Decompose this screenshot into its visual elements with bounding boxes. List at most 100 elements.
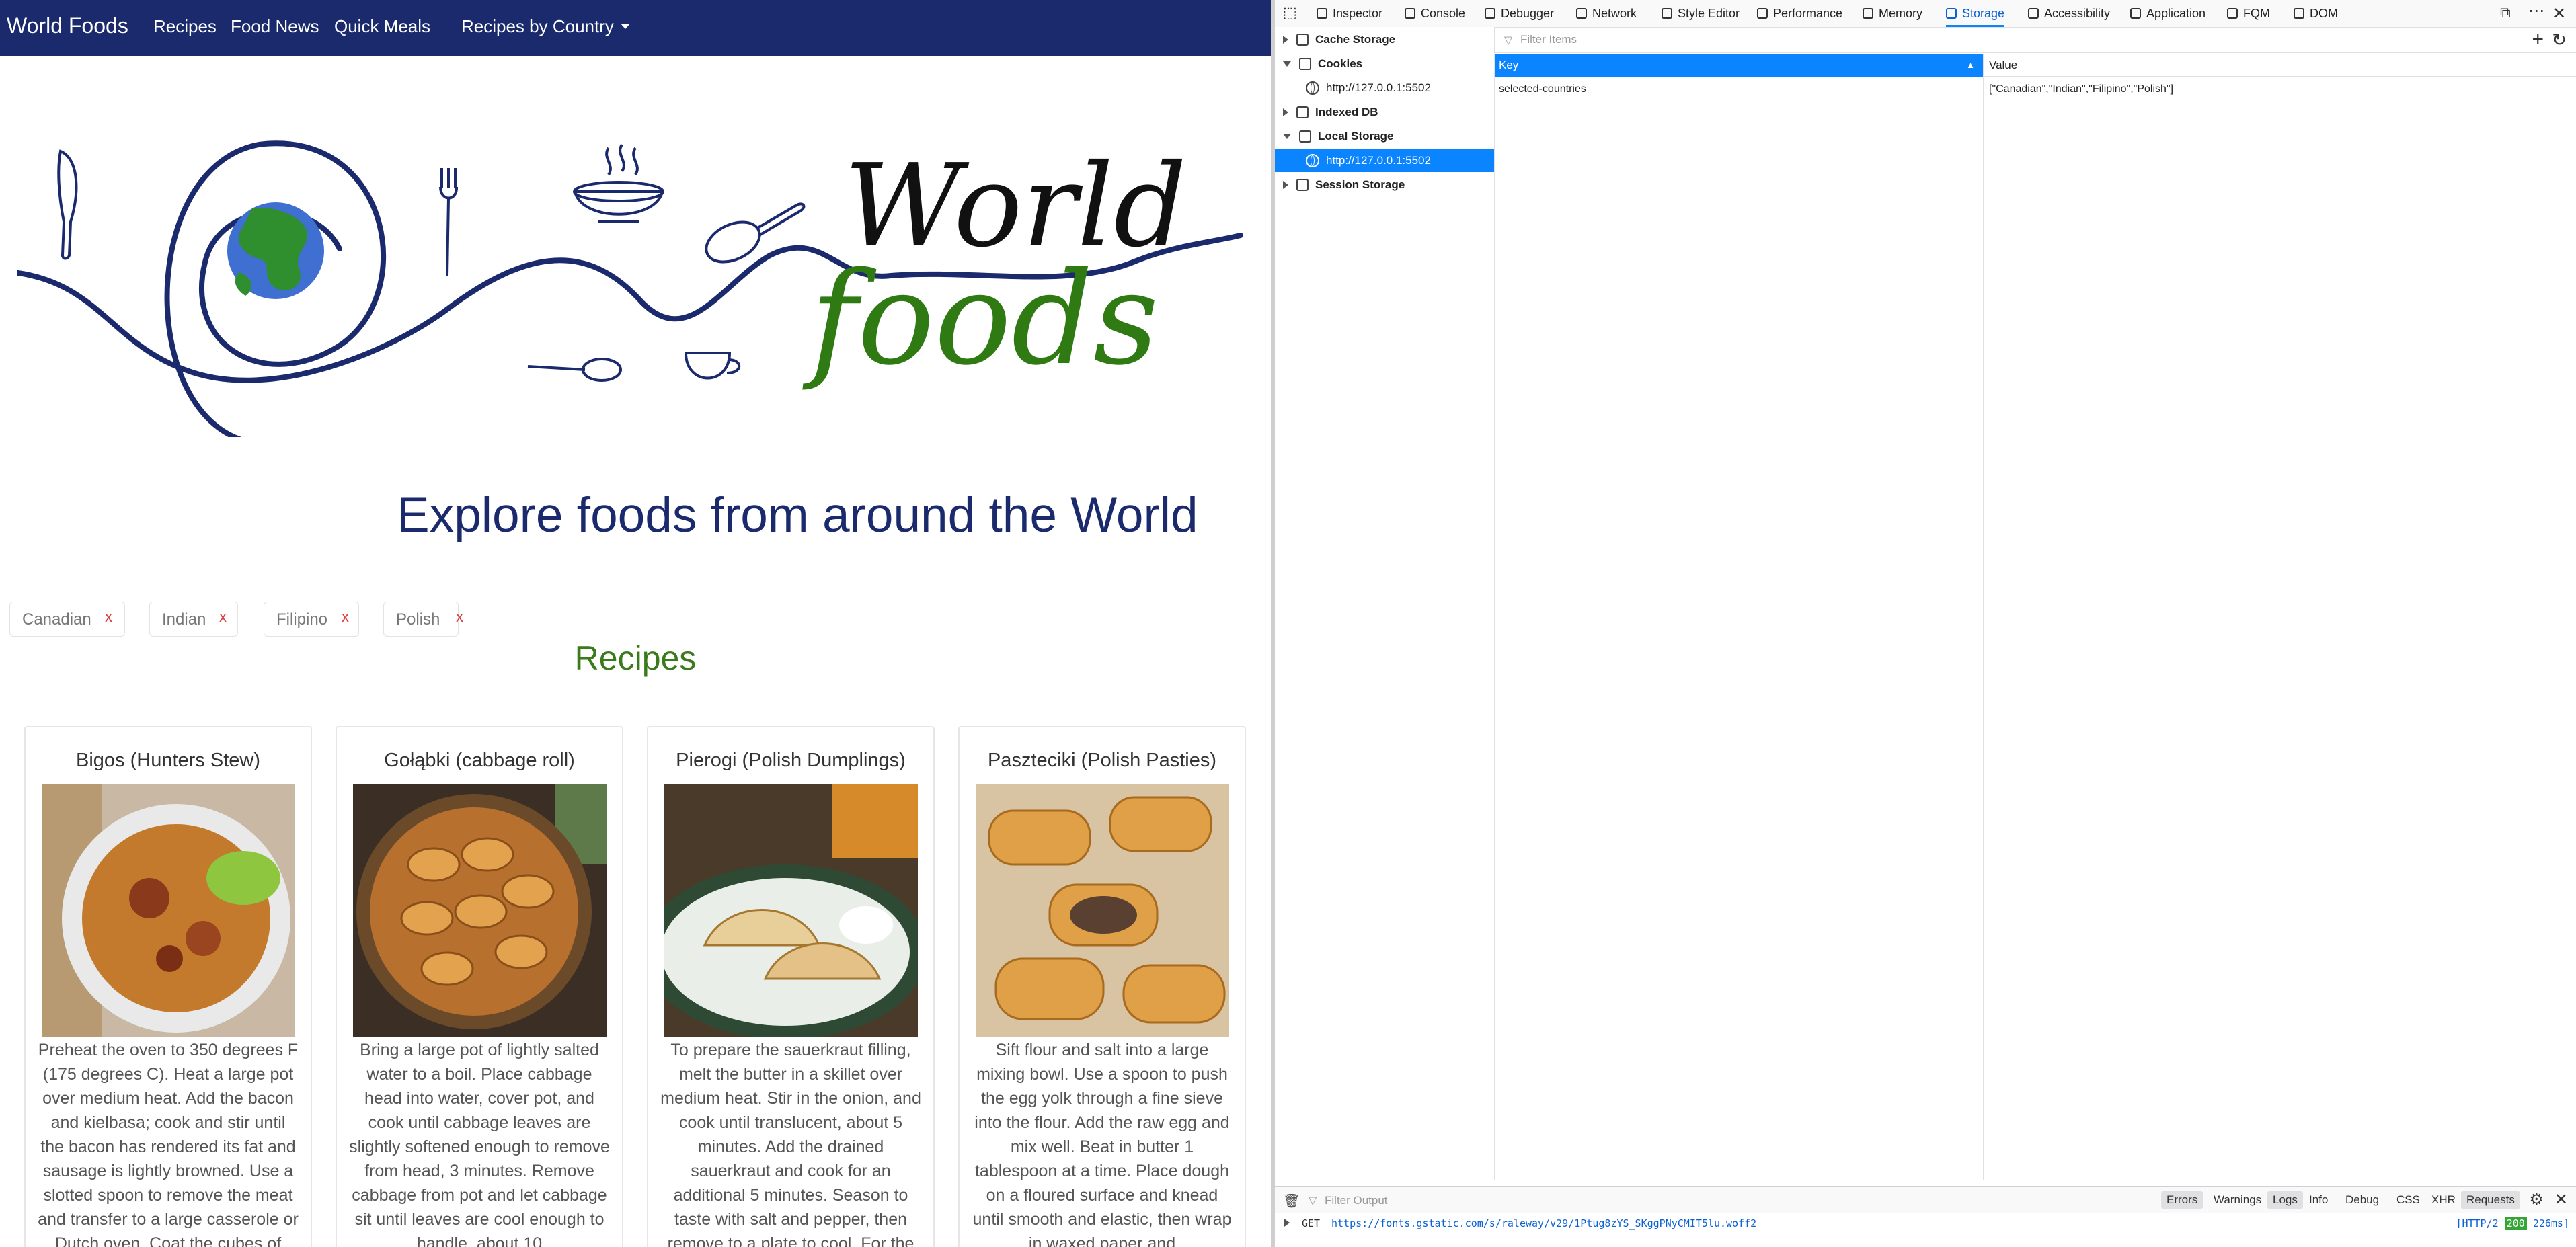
tree-label: Cache Storage: [1315, 33, 1396, 46]
tab-network[interactable]: Network: [1576, 0, 1637, 27]
remove-chip-filipino-icon[interactable]: x: [342, 608, 349, 626]
recipe-card-golabki[interactable]: Gołąbki (cabbage roll) Bring a large pot…: [336, 726, 623, 1247]
element-picker-icon[interactable]: ⬚: [1283, 4, 1297, 22]
application-icon: [2130, 8, 2141, 19]
remove-chip-polish-icon[interactable]: x: [456, 608, 463, 626]
globe-icon: [1306, 154, 1319, 167]
request-url-link[interactable]: https://fonts.gstatic.com/s/raleway/v29/…: [1331, 1217, 1756, 1230]
close-devtools-icon[interactable]: ✕: [2552, 4, 2566, 24]
tab-performance[interactable]: Performance: [1757, 0, 1842, 27]
page-heading: Explore foods from around the World: [397, 488, 1198, 542]
tab-dom[interactable]: DOM: [2294, 0, 2338, 27]
recipe-image-golabki: [353, 784, 607, 1037]
console-filter-logs[interactable]: Logs: [2267, 1191, 2303, 1209]
tab-debugger[interactable]: Debugger: [1485, 0, 1554, 27]
fork-icon: [439, 168, 459, 276]
inspector-icon: [1317, 8, 1327, 19]
expand-log-icon[interactable]: [1284, 1219, 1290, 1227]
chip-label: Canadian: [22, 610, 91, 629]
recipe-instructions: Bring a large pot of lightly salted wate…: [349, 1041, 610, 1247]
tab-label: DOM: [2310, 6, 2338, 20]
filter-items-input[interactable]: [1519, 31, 2463, 48]
nav-link-food-news[interactable]: Food News: [231, 16, 319, 37]
request-time: 226ms]: [2532, 1217, 2569, 1230]
gear-icon[interactable]: ⚙: [2529, 1190, 2544, 1209]
dock-icon[interactable]: ⧉: [2500, 4, 2511, 22]
fqm-icon: [2227, 8, 2238, 19]
console-filter-css[interactable]: CSS: [2391, 1191, 2425, 1209]
tab-inspector[interactable]: Inspector: [1317, 0, 1382, 27]
caret-down-icon: [620, 24, 630, 30]
console-filter-debug[interactable]: Debug: [2340, 1191, 2384, 1209]
nav-link-recipes[interactable]: Recipes: [153, 16, 217, 37]
tree-item-cache-storage[interactable]: Cache Storage: [1275, 28, 1494, 51]
tab-label: Accessibility: [2044, 6, 2111, 20]
tree-item-session-storage[interactable]: Session Storage: [1275, 173, 1494, 196]
brand-link[interactable]: World Foods: [7, 13, 128, 38]
nav-dropdown-recipes-by-country[interactable]: Recipes by Country: [461, 16, 630, 37]
console-filter-warnings[interactable]: Warnings: [2208, 1191, 2267, 1209]
cell-value[interactable]: ["Canadian","Indian","Filipino","Polish"…: [1989, 83, 2173, 95]
column-header-value[interactable]: Value: [1984, 54, 2576, 77]
console-log-entry[interactable]: GET https://fonts.gstatic.com/s/raleway/…: [1275, 1212, 2576, 1236]
column-label: Key: [1499, 58, 1519, 71]
http-protocol: [HTTP/2: [2456, 1217, 2499, 1230]
recipe-image-paszteciki: [976, 784, 1229, 1037]
tree-item-cookies-host[interactable]: http://127.0.0.1:5502: [1275, 77, 1494, 99]
twisty-icon: [1283, 134, 1291, 139]
tab-storage[interactable]: Storage: [1946, 0, 2005, 27]
filter-output-input[interactable]: Filter Output: [1325, 1194, 1388, 1207]
twisty-icon: [1283, 181, 1288, 189]
database-icon: [1296, 34, 1309, 46]
web-page: World Foods Recipes Food News Quick Meal…: [0, 0, 1271, 1247]
console-filter-info[interactable]: Info: [2304, 1191, 2333, 1209]
tab-style-editor[interactable]: Style Editor: [1662, 0, 1740, 27]
trash-icon[interactable]: 🗑: [1283, 1193, 1300, 1209]
tab-label: Memory: [1879, 6, 1923, 20]
globe-icon: [1306, 81, 1319, 95]
recipe-instructions: To prepare the sauerkraut filling, melt …: [660, 1041, 921, 1247]
nav-link-quick-meals[interactable]: Quick Meals: [334, 16, 430, 37]
add-item-icon[interactable]: +: [2532, 28, 2544, 51]
tree-item-local-storage[interactable]: Local Storage: [1275, 125, 1494, 148]
table-row[interactable]: selected-countries ["Canadian","Indian",…: [1495, 78, 2576, 101]
recipe-card-pierogi[interactable]: Pierogi (Polish Dumplings) To prepare th…: [647, 726, 935, 1247]
tree-label: Local Storage: [1318, 130, 1394, 143]
tab-label: Application: [2146, 6, 2206, 20]
http-status-badge: 200: [2504, 1217, 2527, 1230]
console-filter-errors[interactable]: Errors: [2161, 1191, 2203, 1209]
tree-item-local-storage-host[interactable]: http://127.0.0.1:5502: [1275, 149, 1494, 172]
recipe-image-bigos: [42, 784, 295, 1037]
nav-dropdown-label: Recipes by Country: [461, 16, 614, 36]
tree-item-cookies[interactable]: Cookies: [1275, 52, 1494, 75]
refresh-icon[interactable]: ↻: [2552, 30, 2567, 50]
tree-label: http://127.0.0.1:5502: [1326, 81, 1431, 94]
request-http-info[interactable]: [HTTP/2 200 226ms]: [2456, 1217, 2569, 1230]
remove-chip-canadian-icon[interactable]: x: [105, 608, 112, 626]
tab-console[interactable]: Console: [1405, 0, 1465, 27]
close-console-icon[interactable]: ✕: [2554, 1190, 2568, 1209]
dom-icon: [2294, 8, 2304, 19]
tab-fqm[interactable]: FQM: [2227, 0, 2270, 27]
more-options-icon[interactable]: ⋯: [2528, 1, 2544, 21]
tab-application[interactable]: Application: [2130, 0, 2206, 27]
chip-label: Filipino: [276, 610, 328, 629]
tab-label: Network: [1592, 6, 1637, 20]
column-header-key[interactable]: Key ▲: [1495, 54, 1983, 77]
storage-table-header: Key ▲ Value: [1495, 54, 2576, 77]
recipe-card-paszteciki[interactable]: Paszteciki (Polish Pasties) Sift flour a…: [958, 726, 1246, 1247]
remove-chip-indian-icon[interactable]: x: [219, 608, 227, 626]
filter-icon: ▽: [1504, 35, 1513, 46]
cell-key[interactable]: selected-countries: [1499, 83, 1586, 95]
console-filter-xhr[interactable]: XHR: [2426, 1191, 2461, 1209]
recipe-card-bigos[interactable]: Bigos (Hunters Stew) Preheat the oven to…: [24, 726, 312, 1247]
tree-item-indexed-db[interactable]: Indexed DB: [1275, 101, 1494, 124]
console-filter-requests[interactable]: Requests: [2461, 1191, 2520, 1209]
performance-icon: [1757, 8, 1768, 19]
column-divider[interactable]: [1983, 54, 1984, 1180]
tab-memory[interactable]: Memory: [1863, 0, 1922, 27]
tab-accessibility[interactable]: Accessibility: [2028, 0, 2110, 27]
logo-text-foods: foods: [802, 245, 1159, 393]
tab-label: Style Editor: [1678, 6, 1740, 20]
debugger-icon: [1485, 8, 1495, 19]
